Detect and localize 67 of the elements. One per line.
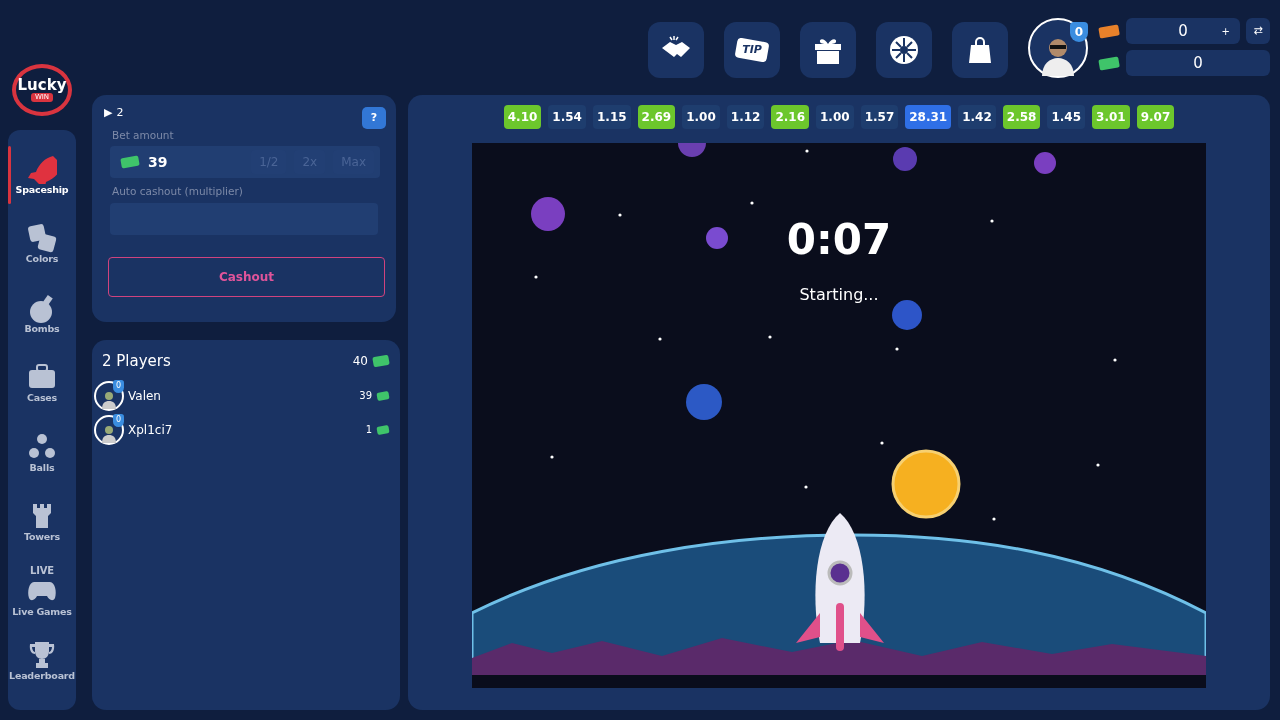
- sidebar-item[interactable]: Towers: [8, 487, 76, 557]
- sidebar-item[interactable]: Balls: [8, 418, 76, 488]
- toolbar-button[interactable]: [876, 22, 932, 78]
- sidebar-item[interactable]: LIVE Live Games: [8, 557, 76, 627]
- status-text: Starting...: [798, 284, 880, 306]
- cash-stack-icon: [1098, 55, 1120, 71]
- bet-value: 39: [148, 152, 169, 172]
- toolbar-button[interactable]: TIP: [724, 22, 780, 78]
- add-button[interactable]: +: [1221, 23, 1230, 39]
- field-label: Bet amount: [112, 127, 175, 143]
- multiplier-chip: 1.57: [860, 105, 899, 129]
- multiplier-chip: 28.31: [905, 105, 952, 129]
- level-badge: 0: [1070, 22, 1088, 42]
- multiplier-chip: 3.01: [1092, 105, 1130, 129]
- cash-stack-icon: [376, 390, 390, 401]
- cashout-button[interactable]: Cashout: [108, 257, 385, 297]
- players-title: 2 Players: [102, 351, 171, 372]
- ingot-icon: [1098, 23, 1120, 39]
- sun-drawing: [891, 449, 961, 519]
- multiplier-chip: 2.58: [1002, 105, 1041, 129]
- sidebar-item[interactable]: Colors: [8, 209, 76, 279]
- round-count: 2: [116, 105, 124, 121]
- toolbar-button[interactable]: [800, 22, 856, 78]
- level-badge: 0: [113, 379, 124, 393]
- sidebar-item[interactable]: Leaderboard: [8, 626, 76, 696]
- level-badge: 0: [113, 413, 124, 427]
- player-name: Xpl1ci7: [128, 421, 174, 439]
- sidebar-item[interactable]: Spaceship: [8, 140, 76, 210]
- multiplier-chip: 1.54: [548, 105, 586, 129]
- balance-value: 0: [1178, 20, 1188, 42]
- player-name: Valen: [128, 387, 162, 405]
- multiplier-chip: 1.15: [592, 105, 631, 129]
- person-silhouette: [101, 424, 117, 443]
- cash-stack-icon: [372, 354, 390, 369]
- players-total: 40: [352, 353, 368, 371]
- play-icon: ▶: [104, 105, 113, 122]
- multiplier-chip: 2.16: [771, 105, 809, 129]
- sidebar-item[interactable]: Cases: [8, 348, 76, 418]
- toolbar-button[interactable]: [648, 22, 704, 78]
- multiplier-chip: 1.00: [816, 105, 854, 129]
- person-silhouette: [101, 390, 117, 409]
- sidebar-item[interactable]: Bombs: [8, 279, 76, 349]
- swap-button[interactable]: ⇄: [1246, 18, 1270, 44]
- multiplier-chip: 1.00: [682, 105, 720, 129]
- player-bet: 1: [365, 423, 372, 437]
- cash-stack-icon: [376, 424, 390, 435]
- logo-word: Lucky: [17, 78, 67, 93]
- live-label: LIVE: [30, 565, 54, 576]
- tip-label: TIP: [742, 41, 762, 58]
- cash-stack-icon: [120, 155, 140, 170]
- multiplier-chip: 4.10: [503, 105, 542, 129]
- toolbar-button[interactable]: [952, 22, 1008, 78]
- person-silhouette: [1040, 36, 1076, 76]
- help-button[interactable]: ?: [362, 107, 386, 129]
- dice-icon: [27, 223, 57, 254]
- multiplier-chip: 9.07: [1136, 105, 1175, 129]
- multiplier-chip: 1.12: [726, 105, 765, 129]
- countdown-timer: 0:07: [785, 219, 893, 261]
- field-label: Auto cashout (multiplier): [112, 184, 244, 200]
- multiplier-chip: 2.69: [637, 105, 676, 129]
- ticket-icon: [734, 38, 770, 62]
- multiplier-chip: 1.45: [1047, 105, 1086, 129]
- wheel-icon: [888, 34, 920, 66]
- player-bet: 39: [359, 389, 372, 403]
- multiplier-chip: 1.42: [958, 105, 996, 129]
- balance-value: 0: [1193, 52, 1203, 74]
- trophy-icon: [27, 640, 57, 671]
